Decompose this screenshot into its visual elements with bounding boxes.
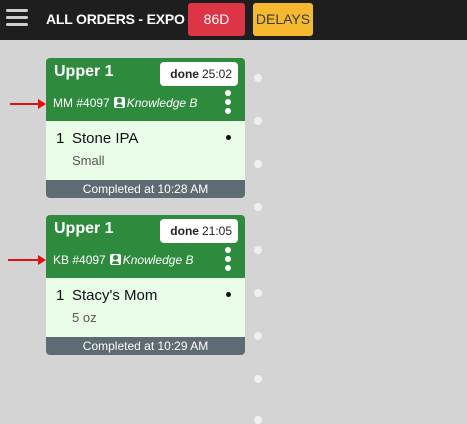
red-arrow-annotation bbox=[10, 99, 46, 109]
timeline-dot bbox=[254, 289, 262, 297]
check-number: #4097 bbox=[72, 253, 106, 267]
completed-footer: Completed at 10:29 AM bbox=[46, 337, 245, 355]
timeline-dot bbox=[254, 203, 262, 211]
elapsed-time: 25:02 bbox=[201, 67, 232, 81]
table-name: Upper 1 bbox=[54, 63, 114, 80]
person-icon bbox=[109, 254, 121, 265]
item-quantity: 1 bbox=[56, 130, 65, 147]
order-status: done bbox=[170, 67, 199, 81]
page-title: ALL ORDERS - EXPO bbox=[46, 11, 185, 27]
completed-footer: Completed at 10:28 AM bbox=[46, 180, 245, 198]
timeline-dot bbox=[254, 416, 262, 424]
order-item[interactable]: 1 Stone IPA Small bbox=[46, 121, 245, 180]
item-name: Stone IPA bbox=[72, 130, 139, 147]
order-timer: done 25:02 bbox=[160, 62, 238, 86]
item-modifier: Small bbox=[72, 153, 105, 168]
initials: MM bbox=[53, 96, 73, 110]
item-name: Stacy's Mom bbox=[72, 287, 158, 304]
timeline-dot bbox=[254, 332, 262, 340]
timeline-dot bbox=[254, 117, 262, 125]
server-name: Knowledge B bbox=[126, 96, 198, 110]
86d-button[interactable]: 86D bbox=[188, 3, 245, 36]
check-number: #4097 bbox=[76, 96, 110, 110]
bullet-icon bbox=[226, 292, 231, 297]
elapsed-time: 21:05 bbox=[201, 224, 232, 238]
red-arrow-annotation bbox=[8, 255, 46, 265]
hamburger-menu-icon[interactable] bbox=[6, 9, 28, 29]
order-card[interactable]: Upper 1 done 21:05 KB #4097 Knowledge B 1 … bbox=[46, 215, 245, 355]
delays-button[interactable]: DELAYS bbox=[253, 3, 313, 36]
bullet-icon bbox=[226, 135, 231, 140]
order-info: KB #4097 Knowledge B bbox=[53, 253, 193, 267]
order-info: MM #4097 Knowledge B bbox=[53, 96, 197, 110]
order-item[interactable]: 1 Stacy's Mom 5 oz bbox=[46, 278, 245, 337]
timeline-dot bbox=[254, 375, 262, 383]
table-name: Upper 1 bbox=[54, 220, 114, 237]
timeline-dot bbox=[254, 246, 262, 254]
initials: KB bbox=[53, 253, 70, 267]
kebab-menu-icon[interactable] bbox=[224, 90, 232, 116]
timeline-dot bbox=[254, 74, 262, 82]
item-quantity: 1 bbox=[56, 287, 65, 304]
top-bar: ALL ORDERS - EXPO 86D DELAYS bbox=[0, 0, 467, 40]
item-modifier: 5 oz bbox=[72, 310, 97, 325]
order-status: done bbox=[170, 224, 199, 238]
kebab-menu-icon[interactable] bbox=[224, 247, 232, 273]
person-icon bbox=[113, 97, 125, 108]
order-card-header: Upper 1 done 21:05 KB #4097 Knowledge B bbox=[46, 215, 245, 278]
timeline-dot bbox=[254, 160, 262, 168]
order-card-header: Upper 1 done 25:02 MM #4097 Knowledge B bbox=[46, 58, 245, 121]
order-timer: done 21:05 bbox=[160, 219, 238, 243]
server-name: Knowledge B bbox=[122, 253, 194, 267]
order-card[interactable]: Upper 1 done 25:02 MM #4097 Knowledge B 1 … bbox=[46, 58, 245, 198]
